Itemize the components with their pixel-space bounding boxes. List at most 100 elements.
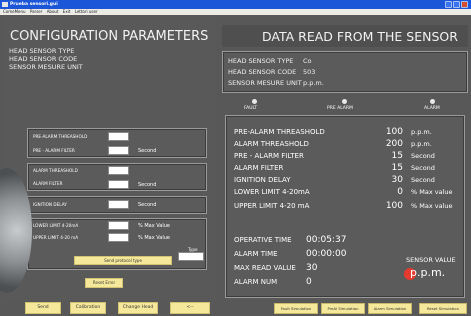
head-sensor-type-label: HEAD SENSOR TYPE (9, 47, 75, 55)
row-unit: p.p.m. (411, 140, 432, 148)
menu-bar: ComeMenu Parser About Exit Lettori user (0, 9, 471, 15)
row-unit: p.p.m. (411, 128, 432, 136)
alarm-simulation-button[interactable]: Alarm Simulation (368, 303, 412, 314)
ignition-delay-unit: Second (138, 202, 157, 208)
send-button[interactable]: Send (25, 302, 61, 314)
lower-limit-unit: % Max Value (138, 223, 170, 229)
row-unit: % Max value (411, 202, 453, 210)
sensor-value-unit: p.p.m. (410, 266, 446, 279)
lower-limit-input[interactable] (108, 221, 129, 230)
alarm-time: ALARM TIME 00:00:00 (234, 248, 404, 260)
pre-alarm-group: PRE-ALARM THREASHOLD PRE - ALARM FILTER … (27, 128, 207, 158)
row-value: 0 (397, 187, 403, 197)
pre-alarm-led-label: PRE ALARM (327, 106, 353, 111)
row-label: PRE-ALARM THREASHOLD (234, 128, 325, 136)
limits-group: LOWER LIMIT 4-20mA % Max Value UPPER LIM… (27, 218, 207, 270)
data-title: DATA READ FROM THE SENSOR (262, 29, 458, 44)
row-unit: % Max value (411, 188, 453, 196)
alarm-filter-input[interactable] (108, 180, 129, 189)
operative-time: OPERATIVE TIME 00:05:37 (234, 234, 404, 246)
head-sensor-code-label: HEAD SENSOR CODE (9, 55, 78, 63)
calibration-button[interactable]: Calibration (70, 302, 106, 314)
head-code-value: 503 (303, 68, 316, 76)
row-unit: Second (411, 152, 435, 160)
ignition-delay-label: IGNITION DELAY (33, 202, 67, 207)
row-label: IGNITION DELAY (234, 176, 291, 184)
fault-led (252, 99, 257, 104)
row-value: 15 (391, 151, 403, 161)
alarm-num: ALARM NUM 0 (234, 276, 404, 288)
row-label: ALARM FILTER (234, 164, 284, 172)
data-row: ALARM FILTER 15 Second (226, 162, 460, 174)
alarm-time-value: 00:00:00 (306, 249, 347, 259)
ignition-group: IGNITION DELAY Second (27, 196, 207, 214)
protocol-type-input[interactable] (178, 252, 204, 261)
back-button[interactable]: <-- (170, 302, 210, 314)
alarm-filter-label: ALARM FILTER (33, 181, 63, 186)
row-label: PRE - ALARM FILTER (234, 152, 304, 160)
menu-item-comemenu[interactable]: ComeMenu (3, 9, 26, 14)
menu-item-parser[interactable]: Parser (30, 9, 43, 14)
row-label: LOWER LIMIT 4-20mA (234, 188, 310, 196)
pre-alarm-threshold-input[interactable] (108, 132, 129, 141)
lower-limit-label: LOWER LIMIT 4-20mA (33, 223, 79, 228)
max-read-value: MAX READ VALUE 30 (234, 262, 404, 274)
head-code-label: HEAD SENSOR CODE (228, 68, 297, 76)
change-head-button[interactable]: Change Head (118, 302, 158, 314)
row-value: 100 (385, 127, 403, 137)
menu-item-exit[interactable]: Exit (63, 9, 71, 14)
pre-alarm-threshold-label: PRE-ALARM THREASHOLD (33, 134, 88, 139)
data-row: ALARM THREASHOLD 200 p.p.m. (226, 138, 460, 150)
alarm-threshold-input[interactable] (108, 166, 129, 175)
fault-led-label: FAULT (244, 106, 258, 111)
upper-limit-input[interactable] (108, 233, 129, 242)
fault-simulation-button[interactable]: Fault Simulation (274, 303, 318, 314)
ignition-delay-input[interactable] (108, 200, 129, 209)
head-type-value: Co (303, 57, 312, 65)
row-unit: Second (411, 176, 435, 184)
row-label: ALARM THREASHOLD (234, 140, 309, 148)
upper-limit-unit: % Max Value (138, 235, 170, 241)
head-type-label: HEAD SENSOR TYPE (228, 57, 294, 65)
max-read-number: 30 (306, 263, 318, 273)
unit-value: p.p.m. (303, 79, 324, 87)
window-title: Prueba sensori.gui (10, 2, 58, 7)
pre-alarm-filter-input[interactable] (108, 146, 129, 155)
reset-simulation-button[interactable]: Reset Simulation (419, 303, 467, 314)
send-protocol-type-button[interactable]: Send protocol type (74, 256, 172, 265)
sensor-value-label: SENSOR VALUE (406, 256, 456, 264)
row-label: UPPER LIMIT 4-20 mA (234, 202, 310, 210)
data-row: IGNITION DELAY 30 Second (226, 174, 460, 186)
row-value: 15 (391, 163, 403, 173)
data-row: LOWER LIMIT 4-20mA 0 % Max value (226, 186, 460, 198)
row-unit: Second (411, 164, 435, 172)
data-row: PRE - ALARM FILTER 15 Second (226, 150, 460, 162)
alarm-num-label: ALARM NUM (234, 278, 278, 286)
sensor-info-box: HEAD SENSOR TYPE Co HEAD SENSOR CODE 503… (222, 51, 468, 93)
upper-limit-label: UPPER LIMIT 4-20 mA (33, 235, 79, 240)
menu-item-lettori-user[interactable]: Lettori user (75, 9, 98, 14)
alarm-group: ALARM THREASHOLD ALARM FILTER Second (27, 163, 207, 191)
pre-alarm-led (342, 99, 347, 104)
menu-item-about[interactable]: About (47, 9, 59, 14)
alarm-filter-unit: Second (138, 182, 157, 188)
row-value: 200 (385, 139, 403, 149)
data-row: UPPER LIMIT 4-20 mA 100 % Max value (226, 200, 460, 212)
alarm-time-label: ALARM TIME (234, 250, 278, 258)
app-icon (2, 2, 8, 7)
minimize-button[interactable] (445, 1, 452, 8)
maximize-button[interactable] (453, 1, 460, 8)
data-values-box: PRE-ALARM THREASHOLD 100 p.p.m. ALARM TH… (225, 115, 465, 298)
alarm-threshold-label: ALARM THREASHOLD (33, 168, 78, 173)
reset-error-button[interactable]: Reset Error (85, 278, 123, 288)
alarm-num-value: 0 (306, 277, 312, 287)
unit-label: SENSOR MESURE UNIT (228, 79, 302, 87)
alarm-led (430, 99, 435, 104)
config-title: CONFIGURATION PARAMETERS (10, 29, 209, 44)
pre-alarm-filter-unit: Second (138, 148, 157, 154)
close-button[interactable] (461, 1, 468, 8)
application-window: Prueba sensori.gui ComeMenu Parser About… (0, 0, 471, 316)
prealarm-simulation-button[interactable]: PreAl Simulation (321, 303, 365, 314)
row-value: 100 (385, 201, 403, 211)
operative-time-label: OPERATIVE TIME (234, 236, 292, 244)
